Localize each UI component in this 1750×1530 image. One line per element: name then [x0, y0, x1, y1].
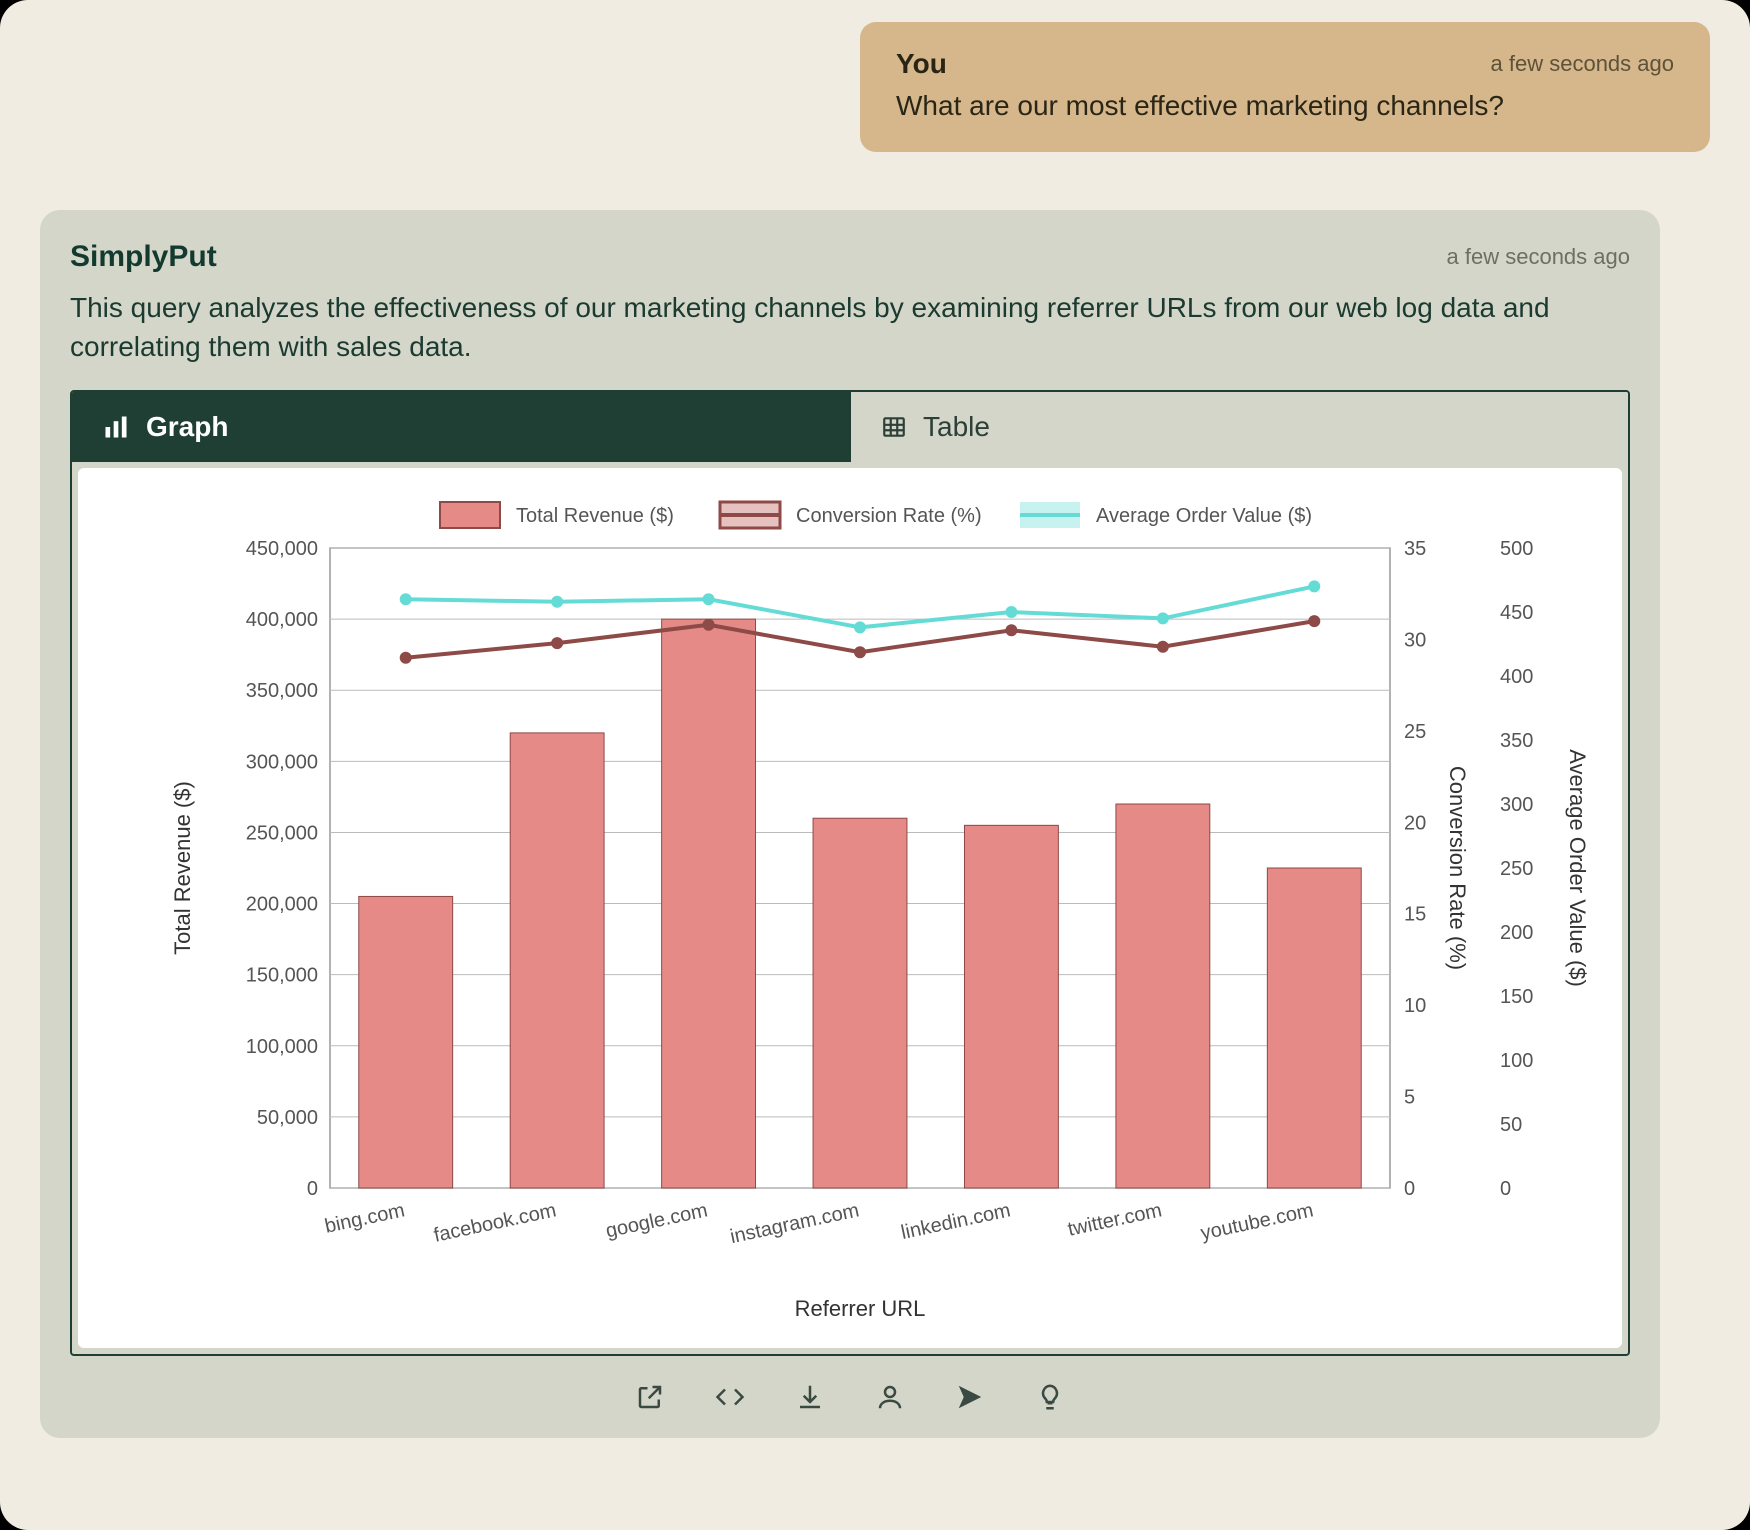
svg-text:50,000: 50,000	[257, 1107, 318, 1129]
svg-text:150: 150	[1500, 986, 1533, 1008]
svg-text:0: 0	[1404, 1178, 1415, 1200]
svg-text:10: 10	[1404, 996, 1426, 1018]
code-icon[interactable]	[713, 1380, 747, 1414]
svg-text:35: 35	[1404, 538, 1426, 560]
svg-text:300,000: 300,000	[246, 752, 318, 774]
x-title: Referrer URL	[795, 1296, 926, 1321]
svg-text:instagram.com: instagram.com	[728, 1200, 861, 1249]
svg-text:300: 300	[1500, 794, 1533, 816]
user-message: You a few seconds ago What are our most …	[860, 22, 1710, 152]
svg-text:200,000: 200,000	[246, 894, 318, 916]
svg-text:google.com: google.com	[604, 1200, 710, 1243]
svg-text:200: 200	[1500, 922, 1533, 944]
send-icon[interactable]	[953, 1380, 987, 1414]
user-text: What are our most effective marketing ch…	[896, 90, 1674, 122]
svg-text:100,000: 100,000	[246, 1036, 318, 1058]
chart-area: Total Revenue ($) Conversion Rate (%) Av…	[78, 468, 1622, 1348]
svg-text:25: 25	[1404, 721, 1426, 743]
svg-text:450,000: 450,000	[246, 538, 318, 560]
user-icon[interactable]	[873, 1380, 907, 1414]
assistant-message: SimplyPut a few seconds ago This query a…	[40, 210, 1660, 1438]
svg-text:150,000: 150,000	[246, 965, 318, 987]
svg-text:250,000: 250,000	[246, 823, 318, 845]
svg-text:0: 0	[1500, 1178, 1511, 1200]
tab-table-label: Table	[923, 411, 990, 443]
svg-text:0: 0	[307, 1178, 318, 1200]
assistant-text: This query analyzes the effectiveness of…	[70, 288, 1630, 366]
chart-legend: Total Revenue ($) Conversion Rate (%) Av…	[440, 502, 1312, 528]
y-right2-title: Average Order Value ($)	[1565, 750, 1590, 988]
user-timestamp: a few seconds ago	[1491, 51, 1674, 77]
svg-text:15: 15	[1404, 904, 1426, 926]
svg-text:5: 5	[1404, 1087, 1415, 1109]
svg-text:20: 20	[1404, 813, 1426, 835]
y-left-title: Total Revenue ($)	[170, 782, 195, 956]
bar-chart-icon	[102, 413, 130, 441]
table-icon	[881, 414, 907, 440]
svg-text:250: 250	[1500, 858, 1533, 880]
assistant-timestamp: a few seconds ago	[1447, 244, 1630, 270]
legend-aov: Average Order Value ($)	[1096, 505, 1312, 527]
svg-text:350: 350	[1500, 730, 1533, 752]
svg-text:400,000: 400,000	[246, 609, 318, 631]
svg-text:30: 30	[1404, 630, 1426, 652]
legend-conversion: Conversion Rate (%)	[796, 505, 982, 527]
svg-text:50: 50	[1500, 1114, 1522, 1136]
assistant-sender: SimplyPut	[70, 240, 217, 274]
svg-text:youtube.com: youtube.com	[1199, 1200, 1316, 1245]
tabs-row: Graph Table	[72, 392, 1628, 462]
svg-text:450: 450	[1500, 602, 1533, 624]
tab-graph-label: Graph	[146, 411, 228, 443]
user-sender: You	[896, 48, 947, 80]
svg-text:bing.com: bing.com	[323, 1200, 407, 1238]
tab-table[interactable]: Table	[849, 392, 1628, 462]
open-icon[interactable]	[633, 1380, 667, 1414]
svg-text:500: 500	[1500, 538, 1533, 560]
svg-text:linkedin.com: linkedin.com	[899, 1200, 1012, 1245]
legend-revenue: Total Revenue ($)	[516, 505, 674, 527]
lightbulb-icon[interactable]	[1033, 1380, 1067, 1414]
tab-graph[interactable]: Graph	[72, 392, 849, 462]
app-frame: You a few seconds ago What are our most …	[0, 0, 1750, 1530]
y-right1-title: Conversion Rate (%)	[1445, 766, 1470, 970]
combo-chart: Total Revenue ($) Conversion Rate (%) Av…	[78, 468, 1622, 1348]
message-toolbar	[70, 1380, 1630, 1414]
result-panel: Graph Table Total Revenue ($)	[70, 390, 1630, 1356]
svg-text:facebook.com: facebook.com	[432, 1200, 558, 1247]
svg-text:350,000: 350,000	[246, 681, 318, 703]
svg-text:400: 400	[1500, 666, 1533, 688]
svg-text:100: 100	[1500, 1050, 1533, 1072]
download-icon[interactable]	[793, 1380, 827, 1414]
svg-text:twitter.com: twitter.com	[1066, 1200, 1164, 1241]
